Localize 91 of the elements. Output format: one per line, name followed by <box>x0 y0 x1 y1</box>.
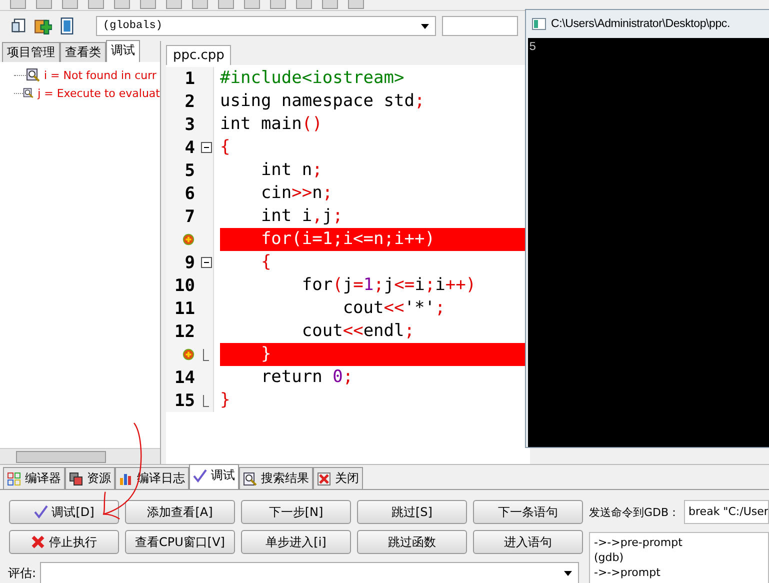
toolbar-icon[interactable] <box>36 0 52 9</box>
evaluate-label: 评估: <box>8 564 36 582</box>
evaluate-field[interactable] <box>40 562 579 583</box>
output-tab[interactable]: 资源 <box>65 467 115 489</box>
line-number: 11 <box>174 298 195 318</box>
close-icon <box>317 472 331 486</box>
gdb-output-line: (gdb) <box>594 550 625 565</box>
gdb-command-label: 发送命令到GDB： <box>589 504 680 520</box>
panel-tab[interactable]: 查看类 <box>60 42 106 62</box>
toolbar-icon[interactable] <box>322 0 338 9</box>
magnifier-icon <box>23 86 34 100</box>
code-line: { <box>260 251 272 274</box>
line-number: 15 <box>174 390 195 410</box>
output-tab[interactable]: 搜索结果 <box>239 467 313 489</box>
horizontal-scrollbar[interactable] <box>0 448 160 464</box>
code-line: cout<<endl; <box>300 320 416 343</box>
code-line: cin>>n; <box>260 182 334 205</box>
check-icon <box>193 468 207 482</box>
search-icon <box>243 472 257 486</box>
debug-button[interactable]: 下一条语句 <box>473 500 583 524</box>
line-number: 3 <box>184 114 195 134</box>
collapse-icon[interactable] <box>200 142 212 153</box>
gdb-output-line: ->->pre-prompt <box>594 535 684 550</box>
console-icon <box>532 18 546 30</box>
line-number: 5 <box>184 160 195 180</box>
bar-chart-icon <box>119 472 133 486</box>
toolbar-icon[interactable] <box>192 0 208 9</box>
debug-button[interactable]: 下一步[N] <box>241 500 351 524</box>
breakpoint-icon[interactable] <box>182 233 195 246</box>
line-number: 7 <box>184 206 195 226</box>
debug-button[interactable]: 跳过函数 <box>357 530 467 554</box>
breakpoint-icon[interactable] <box>182 348 195 361</box>
code-line: cout<<'*'; <box>342 297 446 320</box>
toolbar-icon[interactable] <box>348 0 364 9</box>
debug-button[interactable]: 单步进入[i] <box>241 530 351 554</box>
magnifier-icon <box>26 68 40 82</box>
code-line: int i,j; <box>260 205 344 228</box>
toolbar-icon[interactable] <box>218 0 234 9</box>
line-number: 4 <box>184 138 195 158</box>
layers-icon <box>69 472 83 486</box>
toolbar-icon[interactable] <box>10 0 26 9</box>
line-number: 1 <box>184 68 195 88</box>
check-icon <box>34 505 48 519</box>
debug-button[interactable]: 跳过[S] <box>357 500 467 524</box>
collapse-icon[interactable] <box>200 257 212 268</box>
code-line: #include<iostream> <box>220 67 406 90</box>
file-tab[interactable]: ppc.cpp <box>166 45 232 65</box>
debug-button[interactable]: 进入语句 <box>473 530 583 554</box>
toolbar-icon[interactable] <box>140 0 156 9</box>
line-number: 2 <box>184 92 195 112</box>
console-output: 5 <box>529 40 536 54</box>
code-line: using namespace std; <box>220 90 426 113</box>
toolbar-icon[interactable] <box>244 0 260 9</box>
panel-tab[interactable]: 调试 <box>106 40 140 62</box>
plus-icon[interactable] <box>34 17 52 35</box>
close-icon <box>31 535 45 549</box>
debug-button[interactable]: 停止执行 <box>9 530 119 554</box>
code-line: return 0; <box>260 366 354 389</box>
code-line: } <box>220 389 232 412</box>
window-icon[interactable] <box>10 17 28 35</box>
window-title: C:\Users\Administrator\Desktop\ppc. <box>551 18 730 30</box>
line-number: 9 <box>184 252 195 272</box>
toolbar-icon[interactable] <box>62 0 78 9</box>
output-tab[interactable]: 关闭 <box>313 467 363 489</box>
line-number: 10 <box>174 276 195 296</box>
grid-icon <box>7 472 21 486</box>
toolbar-icon[interactable] <box>296 0 312 9</box>
debug-button[interactable]: 调试[D] <box>9 500 119 524</box>
watch-item[interactable]: i = Not found in curr <box>44 68 156 82</box>
gdb-output-line: ->->prompt <box>594 565 662 580</box>
line-number: 14 <box>174 368 195 388</box>
code-line: { <box>220 136 232 159</box>
panel-icon[interactable] <box>58 17 76 35</box>
toolbar-icon[interactable] <box>166 0 182 9</box>
line-number: 12 <box>174 322 195 342</box>
output-tab[interactable]: 编译器 <box>3 467 65 489</box>
output-tab[interactable]: 调试 <box>189 464 239 489</box>
toolbar-icon[interactable] <box>270 0 286 9</box>
toolbar-icon[interactable] <box>114 0 130 9</box>
debug-button[interactable]: 查看CPU窗口[V] <box>125 530 235 554</box>
code-line: for(j=1;j<=i;i++) <box>300 274 478 297</box>
gdb-command-field[interactable]: break "C:/User <box>684 500 769 524</box>
toolbar-icon[interactable] <box>88 0 104 9</box>
function-dropdown[interactable] <box>442 16 518 36</box>
line-number: 6 <box>184 184 195 204</box>
code-line: int main() <box>220 113 324 136</box>
code-line: int n; <box>260 159 324 182</box>
debug-button[interactable]: 添加查看[A] <box>125 500 235 524</box>
scope-dropdown[interactable]: (globals) <box>96 16 436 36</box>
panel-tab[interactable]: 项目管理 <box>2 42 60 62</box>
watch-item[interactable]: j = Execute to evaluat <box>38 86 160 100</box>
